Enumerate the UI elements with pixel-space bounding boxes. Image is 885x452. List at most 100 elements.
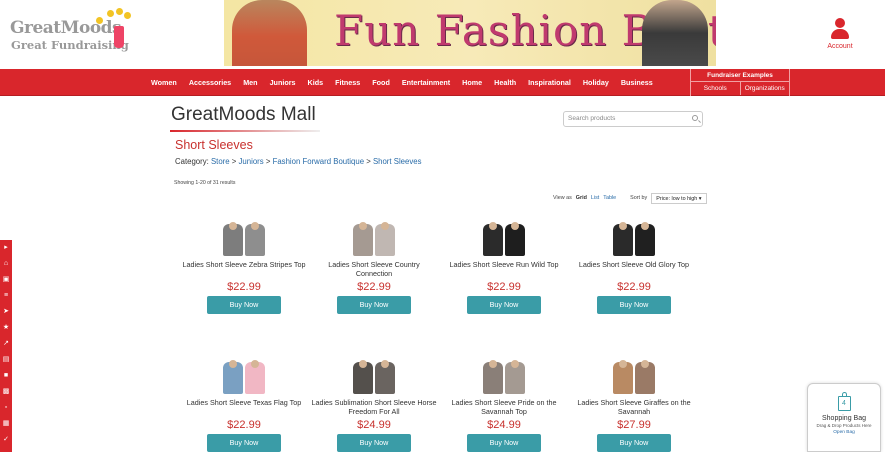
product-card[interactable]: Ladies Short Sleeve Pride on the Savanna…: [436, 360, 572, 452]
product-image[interactable]: [221, 360, 267, 396]
view-grid-link[interactable]: Grid: [576, 195, 587, 201]
product-name[interactable]: Ladies Sublimation Short Sleeve Horse Fr…: [306, 398, 442, 416]
buy-now-button[interactable]: Buy Now: [597, 434, 671, 452]
buy-now-button[interactable]: Buy Now: [467, 296, 541, 314]
nav-item-fitness[interactable]: Fitness: [329, 78, 366, 87]
buy-now-button[interactable]: Buy Now: [207, 296, 281, 314]
nav-item-schools[interactable]: Schools: [691, 82, 741, 95]
sort-select[interactable]: Price: low to high ▾: [651, 192, 707, 204]
breadcrumb-boutique[interactable]: Fashion Forward Boutique: [273, 157, 364, 166]
nav-item-inspirational[interactable]: Inspirational: [522, 78, 577, 87]
product-card[interactable]: Ladies Short Sleeve Country Connection $…: [306, 222, 442, 314]
product-name[interactable]: Ladies Short Sleeve Run Wild Top: [436, 260, 572, 278]
product-image[interactable]: [351, 222, 397, 258]
fundraiser-examples-title[interactable]: Fundraiser Examples: [691, 69, 789, 82]
product-name[interactable]: Ladies Short Sleeve Giraffes on the Sava…: [566, 398, 702, 416]
chevron-right-icon[interactable]: ▸: [0, 240, 12, 256]
buy-now-button[interactable]: Buy Now: [337, 296, 411, 314]
nav-item-men[interactable]: Men: [237, 78, 263, 87]
product-price: $22.99: [227, 419, 261, 431]
search-placeholder: Search products: [568, 115, 616, 122]
cart-icon[interactable]: ▤: [0, 352, 12, 368]
sort-by-label: Sort by: [630, 195, 648, 201]
cash-icon[interactable]: ▩: [0, 384, 12, 400]
breadcrumb-juniors[interactable]: Juniors: [239, 157, 264, 166]
shirt-thumbnail: [483, 360, 503, 394]
product-image[interactable]: [481, 222, 527, 258]
search-icon[interactable]: [692, 115, 698, 121]
buy-now-button[interactable]: Buy Now: [337, 434, 411, 452]
account-link[interactable]: Account: [822, 18, 858, 50]
breadcrumb-short-sleeves[interactable]: Short Sleeves: [373, 157, 422, 166]
shirt-thumbnail: [223, 222, 243, 256]
nav-item-organizations[interactable]: Organizations: [741, 82, 790, 95]
product-price: $24.99: [487, 419, 521, 431]
product-card[interactable]: Ladies Short Sleeve Zebra Stripes Top $2…: [176, 222, 312, 314]
product-price: $24.99: [357, 419, 391, 431]
box-icon[interactable]: ▫: [0, 400, 12, 416]
nav-item-juniors[interactable]: Juniors: [264, 78, 302, 87]
results-count: Showing 1-20 of 31 results: [174, 180, 236, 186]
product-image[interactable]: [221, 222, 267, 258]
product-card[interactable]: Ladies Short Sleeve Giraffes on the Sava…: [566, 360, 702, 452]
product-name[interactable]: Ladies Short Sleeve Pride on the Savanna…: [436, 398, 572, 416]
shirt-thumbnail: [353, 360, 373, 394]
shirt-thumbnail: [375, 360, 395, 394]
calendar-icon[interactable]: ▦: [0, 416, 12, 432]
shirt-thumbnail: [505, 360, 525, 394]
product-card[interactable]: Ladies Sublimation Short Sleeve Horse Fr…: [306, 360, 442, 452]
shirt-thumbnail: [613, 360, 633, 394]
boutique-banner[interactable]: Fun Fashion Boutique: [224, 0, 716, 66]
home-icon[interactable]: ⌂: [0, 256, 12, 272]
nav-item-home[interactable]: Home: [456, 78, 488, 87]
flower-icon: [116, 8, 123, 15]
sort-select-value: Price: low to high: [656, 195, 698, 202]
shirt-thumbnail: [613, 222, 633, 256]
shirt-thumbnail: [483, 222, 503, 256]
nav-item-women[interactable]: Women: [145, 78, 183, 87]
nav-item-holiday[interactable]: Holiday: [577, 78, 615, 87]
product-card[interactable]: Ladies Short Sleeve Old Glory Top $22.99…: [566, 222, 702, 314]
list-icon[interactable]: ≡: [0, 288, 12, 304]
check-icon[interactable]: ✓: [0, 432, 12, 448]
product-card[interactable]: Ladies Short Sleeve Texas Flag Top $22.9…: [176, 360, 312, 452]
buy-now-button[interactable]: Buy Now: [467, 434, 541, 452]
nav-item-entertainment[interactable]: Entertainment: [396, 78, 456, 87]
product-name[interactable]: Ladies Short Sleeve Zebra Stripes Top: [176, 260, 312, 278]
nav-item-food[interactable]: Food: [366, 78, 396, 87]
bag-count: 4: [842, 400, 846, 407]
shopping-bag-widget[interactable]: 4 Shopping Bag Drag & Drop Products Here…: [807, 383, 881, 452]
breadcrumb-store[interactable]: Store: [211, 157, 230, 166]
cursor-icon[interactable]: ➤: [0, 304, 12, 320]
buy-now-button[interactable]: Buy Now: [597, 296, 671, 314]
shirt-thumbnail: [635, 222, 655, 256]
nav-item-accessories[interactable]: Accessories: [183, 78, 237, 87]
product-image[interactable]: [611, 360, 657, 396]
monitor-icon[interactable]: ▣: [0, 272, 12, 288]
nav-item-business[interactable]: Business: [615, 78, 659, 87]
fundraiser-examples: Fundraiser Examples Schools Organization…: [690, 69, 790, 96]
product-price: $27.99: [617, 419, 651, 431]
product-image[interactable]: [351, 360, 397, 396]
chart-icon[interactable]: ↗: [0, 336, 12, 352]
bag-title: Shopping Bag: [822, 415, 866, 422]
product-image[interactable]: [481, 360, 527, 396]
product-name[interactable]: Ladies Short Sleeve Texas Flag Top: [176, 398, 312, 416]
product-card[interactable]: Ladies Short Sleeve Run Wild Top $22.99 …: [436, 222, 572, 314]
view-list-link[interactable]: List: [591, 195, 599, 201]
product-name[interactable]: Ladies Short Sleeve Old Glory Top: [566, 260, 702, 278]
breadcrumb-separator: >: [231, 157, 237, 166]
open-bag-link[interactable]: Open Bag: [808, 430, 880, 435]
view-table-link[interactable]: Table: [603, 195, 616, 201]
nav-item-kids[interactable]: Kids: [302, 78, 330, 87]
product-name[interactable]: Ladies Short Sleeve Country Connection: [306, 260, 442, 278]
site-logo[interactable]: GreatMoods Great Fundraising: [10, 8, 135, 56]
shirt-thumbnail: [353, 222, 373, 256]
view-as-label: View as: [553, 195, 572, 201]
star-icon[interactable]: ★: [0, 320, 12, 336]
nav-item-health[interactable]: Health: [488, 78, 522, 87]
search-input[interactable]: Search products: [563, 111, 703, 127]
buy-now-button[interactable]: Buy Now: [207, 434, 281, 452]
product-image[interactable]: [611, 222, 657, 258]
truck-icon[interactable]: ■: [0, 368, 12, 384]
